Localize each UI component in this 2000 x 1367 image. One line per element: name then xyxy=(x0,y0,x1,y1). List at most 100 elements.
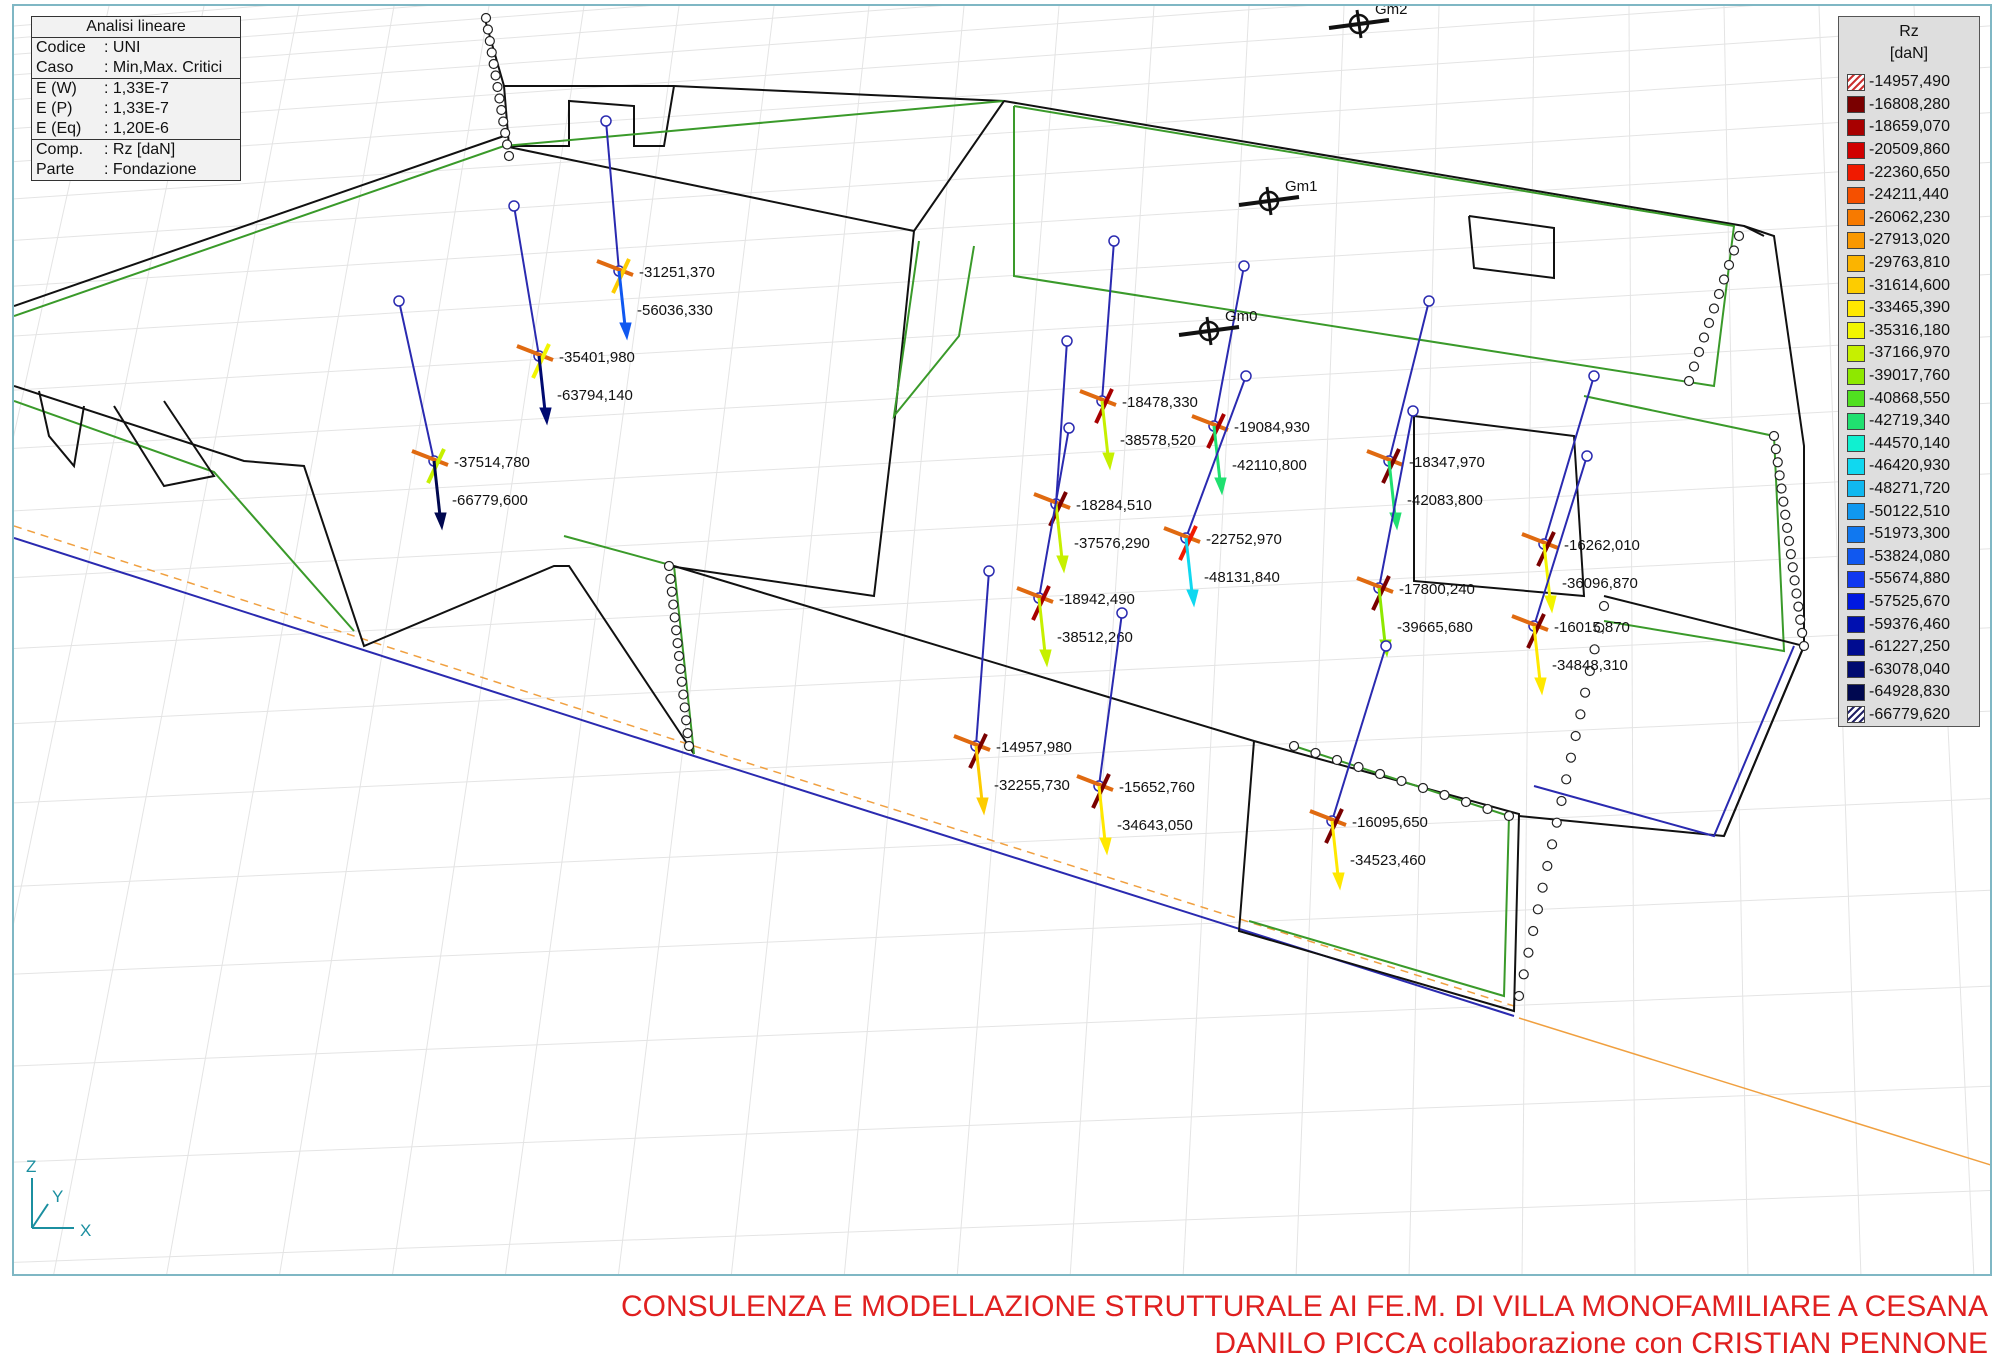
support-node xyxy=(1565,752,1577,763)
grid-line xyxy=(14,6,1754,129)
support-node xyxy=(494,93,505,104)
info-row-codice: Codice: UNI xyxy=(36,39,141,56)
legend-swatch xyxy=(1847,209,1865,227)
legend-label: -16808,280 xyxy=(1869,95,1950,113)
support-node xyxy=(1396,775,1407,787)
legend-entry: -53824,080 xyxy=(1839,545,1979,568)
legend-label: -64928,830 xyxy=(1869,683,1950,701)
legend-entry: -18659,070 xyxy=(1839,116,1979,139)
legend-label: -63078,040 xyxy=(1869,660,1950,678)
legend-swatch xyxy=(1847,96,1865,114)
axis-guide-line xyxy=(1518,1017,1990,1166)
force-z-arrow xyxy=(432,460,442,517)
grid-line xyxy=(14,161,1990,287)
support-node xyxy=(500,127,511,139)
force-z-arrowhead xyxy=(1102,452,1115,471)
pillar-top-node xyxy=(1240,370,1252,382)
support-node xyxy=(1795,614,1806,625)
support-node xyxy=(490,70,501,81)
reaction-value-1: -19084,930 xyxy=(1234,419,1310,436)
grid-line xyxy=(14,215,1990,337)
legend-swatch xyxy=(1847,548,1865,566)
support-node xyxy=(1310,747,1321,759)
support-node xyxy=(1683,375,1695,387)
legend-entry: -57525,670 xyxy=(1839,591,1979,614)
support-node xyxy=(1589,644,1600,655)
grid-line xyxy=(392,6,585,1274)
support-node xyxy=(1561,774,1572,785)
pillar-top-node xyxy=(1108,235,1120,247)
grid-line xyxy=(14,25,1990,163)
pillar-line xyxy=(1101,240,1115,402)
legend-entry: -51973,300 xyxy=(1839,523,1979,546)
gm-marker-gm1: Gm1 xyxy=(1238,178,1318,216)
reaction-value-2: -48131,840 xyxy=(1204,569,1280,586)
legend-label: -51973,300 xyxy=(1869,525,1950,543)
pillar-line xyxy=(513,205,540,357)
support-node xyxy=(498,116,509,127)
model-viewport[interactable]: -31251,370 -56036,330 -35401,980 -63794,140… xyxy=(12,4,1992,1276)
grid-line xyxy=(1295,6,1345,1274)
legend-label: -40868,550 xyxy=(1869,389,1950,407)
force-z-arrow xyxy=(1532,625,1542,682)
pillar-line xyxy=(1038,427,1070,599)
support-node xyxy=(496,104,507,116)
legend-swatch xyxy=(1847,638,1865,656)
legend-swatch xyxy=(1847,593,1865,611)
support-node xyxy=(1542,860,1553,872)
legend-swatch xyxy=(1847,435,1865,453)
right-base-line xyxy=(1533,645,1795,838)
legend-label: -61227,250 xyxy=(1869,638,1950,656)
pillar-top-node xyxy=(1061,335,1073,347)
legend-entry: -55674,880 xyxy=(1839,568,1979,591)
support-node xyxy=(488,58,499,70)
support-node xyxy=(1439,789,1450,801)
grid-line xyxy=(1408,6,1440,1274)
grid-line xyxy=(14,6,268,27)
legend-swatch xyxy=(1847,706,1865,724)
support-node xyxy=(1598,600,1610,612)
grid-line xyxy=(14,112,1990,241)
support-node xyxy=(1353,761,1364,773)
support-node xyxy=(672,638,683,649)
pillar-line xyxy=(1055,340,1068,505)
force-z-arrowhead xyxy=(619,322,632,341)
info-row-ep: E (P): 1,33E-7 xyxy=(36,100,169,117)
pillar-reactions: -31251,370 -56036,330 -35401,980 -63794,140… xyxy=(393,115,1640,891)
legend-label: -42719,340 xyxy=(1869,412,1950,430)
reaction-value-1: -18942,490 xyxy=(1059,591,1135,608)
pillar-line xyxy=(1213,265,1245,427)
pillar-line xyxy=(1331,645,1387,822)
force-z-arrow xyxy=(1037,597,1047,654)
support-node xyxy=(666,586,677,597)
pillar-6: -18347,970 -42083,800 xyxy=(1366,295,1485,531)
support-node xyxy=(1780,509,1791,520)
gm-markers: Gm2 Gm1 Gm0 xyxy=(1178,6,1408,346)
legend-entry: -50122,510 xyxy=(1839,500,1979,523)
support-node xyxy=(676,676,687,687)
force-z-arrow xyxy=(1330,820,1340,877)
legend-entry: -42719,340 xyxy=(1839,410,1979,433)
support-node xyxy=(1718,274,1730,285)
grid-line xyxy=(14,798,1990,887)
support-node xyxy=(1575,709,1586,720)
reaction-value-2: -38578,520 xyxy=(1120,432,1196,449)
legend-label: -33465,390 xyxy=(1869,299,1950,317)
pillar-top-node xyxy=(1581,450,1593,462)
legend-label: -55674,880 xyxy=(1869,570,1950,588)
force-z-arrowhead xyxy=(1186,589,1199,608)
legend-label: -14957,490 xyxy=(1869,73,1950,91)
legend-label: -39017,760 xyxy=(1869,367,1950,385)
support-node xyxy=(1693,346,1705,358)
support-node xyxy=(1768,430,1780,442)
back-wall-top xyxy=(483,15,1765,237)
legend-swatch xyxy=(1847,683,1865,701)
grid-line xyxy=(14,985,1990,1067)
pillar-4: -18478,330 -38578,520 xyxy=(1079,235,1198,471)
legend-label: -59376,460 xyxy=(1869,615,1950,633)
legend-swatch xyxy=(1847,344,1865,362)
info-row-eeq: E (Eq): 1,20E-6 xyxy=(36,120,169,137)
support-node xyxy=(1417,782,1429,794)
force-z-arrow xyxy=(1184,537,1194,594)
pillar-3: -37514,780 -66779,600 xyxy=(393,295,530,531)
